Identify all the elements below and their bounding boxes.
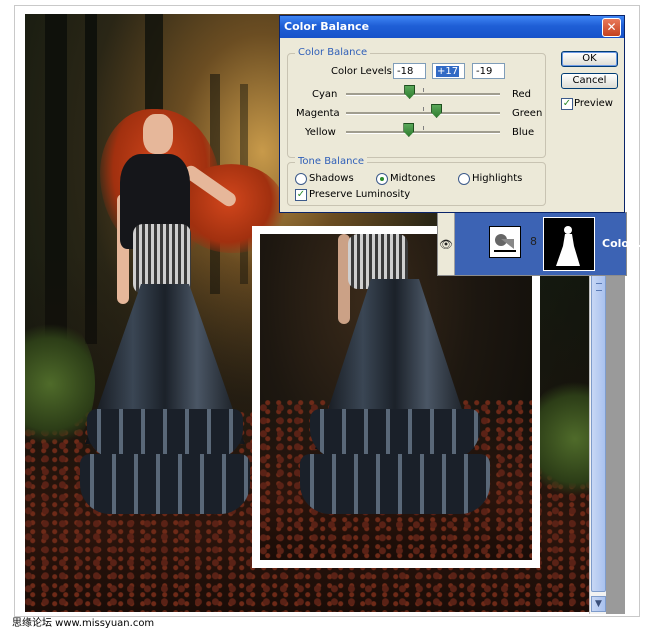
yellow-blue-slider-track[interactable] — [346, 131, 500, 134]
slider-right-label: Red — [512, 89, 531, 100]
panel-edge — [605, 274, 625, 614]
cancel-button[interactable]: Cancel — [561, 73, 618, 89]
figure-mask-icon — [556, 226, 580, 266]
dialog-title: Color Balance — [284, 20, 370, 33]
grip-icon — [596, 283, 602, 291]
slider-right-label: Blue — [512, 127, 535, 138]
shadows-radio[interactable] — [295, 173, 307, 185]
skirt-ruffle — [300, 454, 490, 514]
woman-face — [143, 114, 173, 154]
cyan-red-level-input[interactable]: -18 — [393, 63, 426, 79]
dialog-titlebar[interactable]: Color Balance ✕ — [280, 16, 624, 38]
balance-scale-icon — [494, 234, 516, 252]
inset-artwork — [260, 234, 532, 560]
close-icon[interactable]: ✕ — [602, 18, 621, 37]
magenta-green-slider-track[interactable] — [346, 112, 500, 115]
visibility-eye-icon[interactable]: 👁 — [438, 213, 455, 275]
skirt-ruffle — [310, 409, 480, 459]
midtones-label: Midtones — [390, 173, 436, 184]
skirt-ruffle — [80, 454, 250, 514]
shadows-label: Shadows — [309, 173, 354, 184]
yellow-blue-level-input[interactable]: -19 — [472, 63, 505, 79]
midtones-radio[interactable] — [376, 173, 388, 185]
group-legend: Tone Balance — [295, 156, 368, 167]
magenta-green-level-input[interactable]: +17 — [432, 63, 465, 79]
woman-corset — [133, 224, 191, 294]
ok-button[interactable]: OK — [561, 51, 618, 67]
preview-checkbox[interactable]: ✓ — [561, 98, 573, 110]
scroll-down-arrow-icon[interactable]: ▼ — [591, 596, 606, 612]
selected-layer-highlight[interactable]: 8 Colo... — [455, 213, 642, 275]
watermark-footer: 思缘论坛 www.missyuan.com — [12, 618, 155, 629]
highlights-label: Highlights — [472, 173, 523, 184]
highlights-radio[interactable] — [458, 173, 470, 185]
adjustment-layer-thumbnail[interactable] — [489, 226, 521, 258]
scrollbar-thumb[interactable] — [591, 274, 606, 592]
layer-name: Colo... — [602, 237, 642, 250]
cyan-red-slider-track[interactable] — [346, 93, 500, 96]
vertical-scrollbar[interactable]: ▼ — [589, 274, 606, 614]
group-legend: Color Balance — [295, 47, 371, 58]
slider-center-tick — [423, 88, 424, 92]
slider-left-label: Cyan — [312, 89, 338, 100]
layer-mask-thumbnail[interactable] — [543, 217, 595, 271]
slider-center-tick — [423, 107, 424, 111]
slider-left-label: Magenta — [296, 108, 340, 119]
preview-label: Preview — [574, 98, 613, 109]
preserve-luminosity-checkbox[interactable]: ✓ — [295, 189, 307, 201]
slider-left-label: Yellow — [305, 127, 336, 138]
color-balance-dialog: Color Balance ✕ Color Balance Color Leve… — [279, 15, 625, 213]
preserve-luminosity-label: Preserve Luminosity — [309, 189, 411, 200]
color-levels-label: Color Levels: — [331, 66, 396, 77]
slider-center-tick — [423, 126, 424, 130]
inset-preview — [252, 226, 540, 568]
layers-panel-row[interactable]: 👁 8 Colo... — [437, 212, 642, 276]
skirt-ruffle — [87, 409, 243, 459]
link-chain-icon[interactable]: 8 — [530, 235, 537, 248]
slider-right-label: Green — [512, 108, 543, 119]
